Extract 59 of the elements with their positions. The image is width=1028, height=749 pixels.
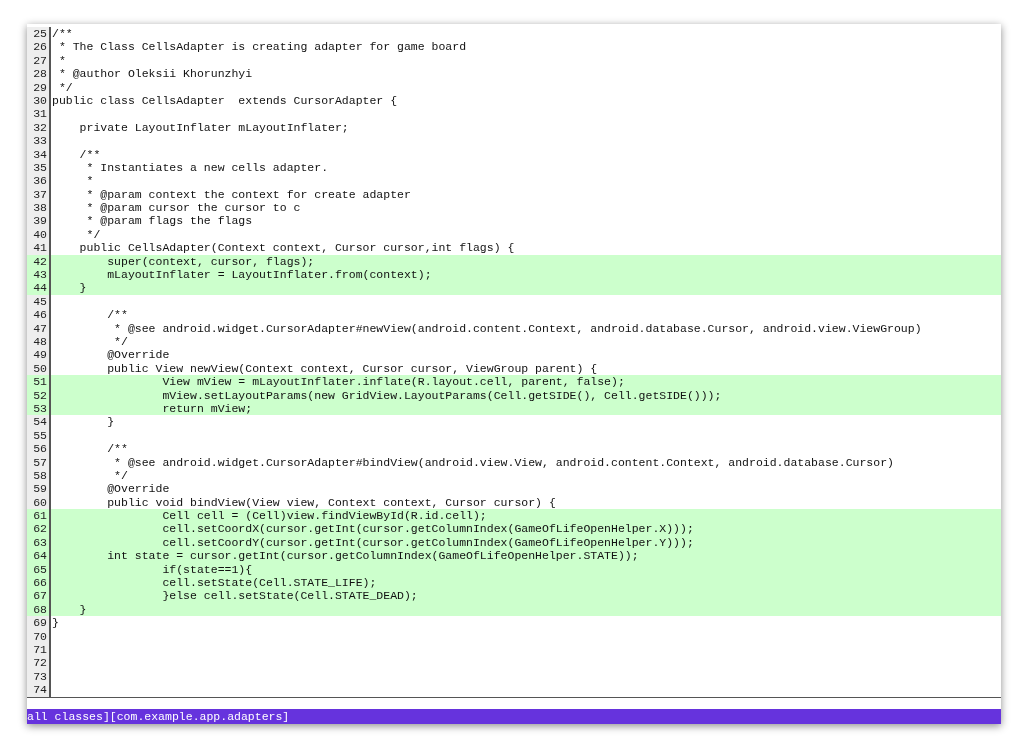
code-line: cell.setCoordX(cursor.getInt(cursor.getColumnIndex(GameOfLifeOpenHelper.X))); — [161, 522, 694, 536]
code-line: */ — [113, 468, 128, 483]
line-number: 25 — [27, 27, 51, 41]
line-number: 31 — [27, 107, 51, 121]
code-line: }else cell.setState(Cell.STATE_DEAD); — [161, 589, 418, 603]
line-number: 49 — [27, 348, 51, 362]
code-line: mLayoutInflater = LayoutInflater.from(context); — [106, 268, 432, 282]
code-line: * — [85, 174, 94, 188]
code-line: return mView; — [161, 401, 253, 416]
code-line: cell.setState(Cell.STATE_LIFE); — [161, 576, 377, 590]
code-line: } — [78, 602, 87, 617]
code-line: */ — [57, 80, 73, 94]
code-line: public class CellsAdapter extends CursorAdapter { — [51, 93, 398, 108]
line-number: 41 — [27, 241, 51, 255]
code-line: * — [57, 53, 66, 68]
code-line: super(context, cursor, flags); — [106, 254, 315, 269]
code-line: @Override — [106, 348, 170, 362]
code-line: int state = cursor.getInt(cursor.getColumnIndex(GameOfLifeOpenHelper.STATE)); — [106, 549, 639, 563]
code-line: @Override — [106, 482, 170, 496]
breadcrumb-text: all classes][com.example.app.adapters] — [27, 709, 290, 724]
line-number: 36 — [27, 174, 51, 188]
code-line: /** — [106, 308, 128, 322]
code-line: public CellsAdapter(Context context, Cursor cursor,int flags) { — [78, 241, 515, 255]
line-number: 28 — [27, 67, 51, 81]
code-line: cell.setCoordY(cursor.getInt(cursor.getColumnIndex(GameOfLifeOpenHelper.Y))); — [161, 535, 694, 550]
code-line: * @param context the context for create adapter — [85, 187, 411, 202]
line-number: 33 — [27, 134, 51, 148]
code-line: * Instantiates a new cells adapter. — [85, 160, 329, 175]
code-line: /** — [51, 27, 73, 41]
code-line: * The Class CellsAdapter is creating adapter for game board — [57, 40, 467, 54]
code-line: public View newView(Context context, Cursor cursor, ViewGroup parent) { — [106, 361, 598, 376]
code-line: * @see android.widget.CursorAdapter#newView(android.content.Context, android.database.Cursor, android.view.ViewGroup) — [113, 321, 922, 335]
code-line: } — [78, 281, 87, 295]
code-line: Cell cell = (Cell)view.findViewById(R.id.cell); — [161, 509, 487, 523]
line-number: 38 — [27, 201, 51, 215]
line-number: 54 — [27, 415, 51, 429]
line-number: 72 — [27, 656, 51, 670]
line-number: 69 — [27, 616, 51, 630]
line-number: 56 — [27, 442, 51, 456]
line-number: 74 — [27, 683, 51, 697]
code-line: * @param flags the flags — [85, 214, 253, 228]
code-line: * @see android.widget.CursorAdapter#bindView(android.view.View, android.content.Context, android.database.Cursor) — [113, 455, 894, 469]
line-number: 46 — [27, 308, 51, 322]
code-line: if(state==1){ — [161, 562, 253, 576]
code-line: } — [106, 415, 115, 429]
code-line: private LayoutInflater mLayoutInflater; — [78, 120, 349, 135]
code-line: public void bindView(View view, Context context, Cursor cursor) { — [106, 495, 556, 510]
line-number: 59 — [27, 482, 51, 496]
code-line: * @param cursor the cursor to c — [85, 201, 301, 215]
code-line: */ — [85, 227, 101, 242]
code-line: View mView = mLayoutInflater.inflate(R.layout.cell, parent, false); — [161, 375, 625, 389]
code-line: } — [51, 616, 59, 630]
line-number: 39 — [27, 214, 51, 228]
code-line: /** — [78, 147, 101, 161]
code-line: * @author Oleksii Khorunzhyi — [57, 67, 253, 81]
code-line: /** — [106, 442, 128, 456]
line-number: 26 — [27, 40, 51, 54]
code-line: */ — [113, 335, 128, 349]
code-line: mView.setLayoutParams(new GridView.LayoutParams(Cell.getSIDE(), Cell.getSIDE())); — [161, 388, 722, 402]
